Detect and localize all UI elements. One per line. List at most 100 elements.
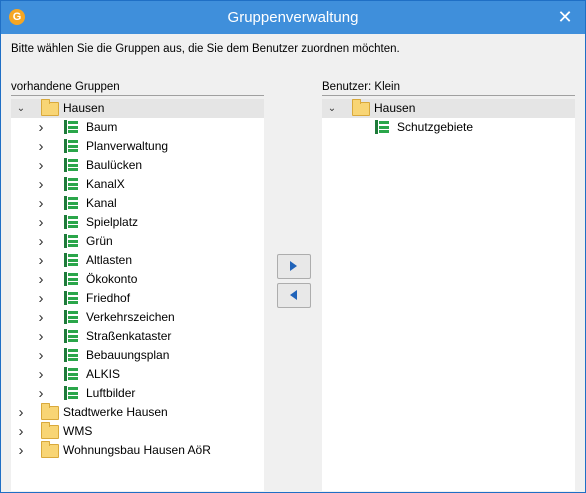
tree-node-label: Schutzgebiete xyxy=(397,120,474,134)
tree-node-label: Grün xyxy=(86,234,113,248)
layer-icon-part xyxy=(68,121,78,124)
layer-icon-part xyxy=(68,239,78,243)
layer-group-icon xyxy=(64,158,78,172)
chevron-right-icon[interactable]: › xyxy=(35,270,47,289)
tree-node-label: Ökokonto xyxy=(86,272,138,286)
folder-icon xyxy=(352,99,370,116)
add-group-button[interactable] xyxy=(277,254,311,279)
layer-group-icon xyxy=(64,386,78,400)
layer-group-icon xyxy=(64,139,78,153)
arrow-left-icon xyxy=(290,290,297,300)
tree-node-group[interactable]: › ALKIS xyxy=(11,365,264,384)
left-panel-divider xyxy=(11,95,264,96)
layer-icon-part xyxy=(68,349,78,352)
tree-node-root[interactable]: › WMS xyxy=(11,422,264,441)
layer-group-icon xyxy=(64,253,78,267)
layer-icon-part xyxy=(68,216,78,219)
layer-icon-part xyxy=(68,144,78,148)
tree-node-group[interactable]: › Verkehrszeichen xyxy=(11,308,264,327)
tree-node-group[interactable]: › Straßenkataster xyxy=(11,327,264,346)
tree-node-group[interactable]: › Planverwaltung xyxy=(11,137,264,156)
tree-node-group[interactable]: › Bebauungsplan xyxy=(11,346,264,365)
layer-group-icon xyxy=(64,348,78,362)
chevron-right-icon[interactable]: › xyxy=(35,365,47,384)
tree-node-group[interactable]: › Baulücken xyxy=(11,156,264,175)
folder-icon xyxy=(41,441,59,458)
tree-node-group[interactable]: › Luftbilder xyxy=(11,384,264,403)
tree-node-label: Stadtwerke Hausen xyxy=(63,405,168,419)
layer-group-icon xyxy=(64,234,78,248)
chevron-right-icon[interactable]: › xyxy=(15,441,27,460)
layer-icon-part xyxy=(68,387,78,390)
layer-icon-part xyxy=(68,206,78,209)
tree-node-group[interactable]: › Ökokonto xyxy=(11,270,264,289)
layer-icon-part xyxy=(68,125,78,129)
layer-icon-part xyxy=(68,301,78,304)
layer-icon-part xyxy=(68,225,78,228)
layer-icon-part xyxy=(68,149,78,152)
titlebar: G Gruppenverwaltung ✕ xyxy=(1,1,585,34)
tree-node-group[interactable]: › Friedhof xyxy=(11,289,264,308)
layer-icon-part xyxy=(68,163,78,167)
tree-node-group[interactable]: Schutzgebiete xyxy=(322,118,575,137)
layer-icon-part xyxy=(68,334,78,338)
tree-node-label: Planverwaltung xyxy=(86,139,169,153)
chevron-right-icon[interactable]: › xyxy=(35,137,47,156)
chevron-right-icon[interactable]: › xyxy=(35,175,47,194)
layer-icon-part xyxy=(64,139,67,153)
layer-icon-part xyxy=(64,367,67,381)
left-group-tree[interactable]: ⌄ Hausen › Baum › Planverwaltung › Baulücken › Ka… xyxy=(11,99,264,491)
chevron-right-icon[interactable]: › xyxy=(35,194,47,213)
tree-node-hausen[interactable]: ⌄ Hausen xyxy=(322,99,575,118)
chevron-right-icon[interactable]: › xyxy=(35,156,47,175)
tree-node-group[interactable]: › Grün xyxy=(11,232,264,251)
tree-node-group[interactable]: › KanalX xyxy=(11,175,264,194)
right-panel-label: Benutzer: Klein xyxy=(322,81,400,93)
remove-group-button[interactable] xyxy=(277,283,311,308)
tree-node-label: Straßenkataster xyxy=(86,329,172,343)
chevron-right-icon[interactable]: › xyxy=(35,213,47,232)
chevron-right-icon[interactable]: › xyxy=(35,289,47,308)
layer-group-icon xyxy=(64,367,78,381)
layer-icon-part xyxy=(68,377,78,380)
tree-node-label: Hausen xyxy=(374,101,416,115)
right-user-group-tree[interactable]: ⌄ Hausen Schutzgebiete xyxy=(322,99,575,491)
chevron-right-icon[interactable]: › xyxy=(35,346,47,365)
layer-icon-part xyxy=(68,254,78,257)
tree-node-label: Kanal xyxy=(86,196,117,210)
chevron-right-icon[interactable]: › xyxy=(35,384,47,403)
chevron-down-icon[interactable]: ⌄ xyxy=(15,99,27,118)
tree-node-label: KanalX xyxy=(86,177,125,191)
layer-icon-part xyxy=(68,282,78,285)
chevron-right-icon[interactable]: › xyxy=(15,422,27,441)
close-icon[interactable]: ✕ xyxy=(555,7,575,27)
tree-node-group[interactable]: › Kanal xyxy=(11,194,264,213)
chevron-right-icon[interactable]: › xyxy=(35,232,47,251)
tree-node-label: Baulücken xyxy=(86,158,143,172)
chevron-right-icon[interactable]: › xyxy=(35,308,47,327)
layer-icon-part xyxy=(68,168,78,171)
layer-icon-part xyxy=(64,386,67,400)
chevron-down-icon[interactable]: ⌄ xyxy=(326,99,338,118)
tree-node-root[interactable]: › Stadtwerke Hausen xyxy=(11,403,264,422)
layer-icon-part xyxy=(68,358,78,361)
layer-icon-part xyxy=(68,353,78,357)
chevron-right-icon[interactable]: › xyxy=(15,403,27,422)
window-title: Gruppenverwaltung xyxy=(227,9,359,26)
chevron-right-icon[interactable]: › xyxy=(35,251,47,270)
right-panel-divider xyxy=(322,95,575,96)
tree-node-group[interactable]: › Altlasten xyxy=(11,251,264,270)
tree-node-group[interactable]: › Spielplatz xyxy=(11,213,264,232)
layer-icon-part xyxy=(68,330,78,333)
tree-node-hausen[interactable]: ⌄ Hausen xyxy=(11,99,264,118)
layer-group-icon xyxy=(375,120,389,134)
layer-icon-part xyxy=(64,215,67,229)
chevron-right-icon[interactable]: › xyxy=(35,118,47,137)
layer-icon-part xyxy=(68,187,78,190)
layer-group-icon xyxy=(64,272,78,286)
chevron-right-icon[interactable]: › xyxy=(35,327,47,346)
tree-node-root[interactable]: › Wohnungsbau Hausen AöR xyxy=(11,441,264,460)
layer-icon-part xyxy=(64,158,67,172)
tree-node-group[interactable]: › Baum xyxy=(11,118,264,137)
layer-group-icon xyxy=(64,215,78,229)
